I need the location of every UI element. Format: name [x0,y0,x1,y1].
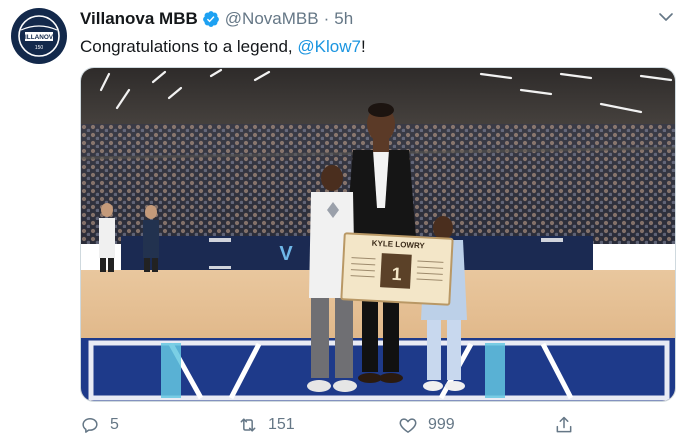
display-name[interactable]: Villanova MBB [80,9,198,29]
avatar-wordmark: VILLANOVA [21,34,58,41]
verified-badge-icon [202,11,219,27]
arena-photo: V KYLE LOWRY 1 [81,68,675,401]
award-plaque: KYLE LOWRY 1 [340,232,454,306]
villanova-logo: VILLANOVA 150 [12,9,66,63]
like-button[interactable]: 999 [398,412,455,438]
tweet-text: Congratulations to a legend, @Klow7! [80,36,366,58]
retweet-icon [240,418,256,432]
timestamp[interactable]: 5h [334,9,353,29]
avatar-subtext: 150 [35,45,44,51]
retweet-count: 151 [268,416,295,433]
reply-button[interactable]: 5 [80,412,119,438]
plaque-number: 1 [391,264,402,284]
tweet-photo[interactable]: V KYLE LOWRY 1 [80,67,676,402]
retweet-button[interactable]: 151 [238,412,295,438]
heart-icon [399,418,417,433]
handle[interactable]: @NovaMBB [225,9,319,29]
reply-count: 5 [110,416,119,433]
share-button[interactable] [554,412,584,438]
reply-icon [82,418,98,433]
tweet-text-end: ! [360,37,366,56]
chevron-down-icon[interactable] [657,8,675,26]
separator-dot: · [323,9,330,28]
tweet-header: Villanova MBB @NovaMBB · 5h [80,8,353,30]
svg-text:V: V [279,243,293,265]
avatar[interactable]: VILLANOVA 150 [11,8,67,64]
tweet-actions: 5 151 999 [80,412,676,438]
mention-link[interactable]: @Klow7 [297,37,361,56]
share-icon [556,416,572,433]
tweet-text-part: Congratulations to a legend, [80,37,298,56]
like-count: 999 [428,416,455,433]
